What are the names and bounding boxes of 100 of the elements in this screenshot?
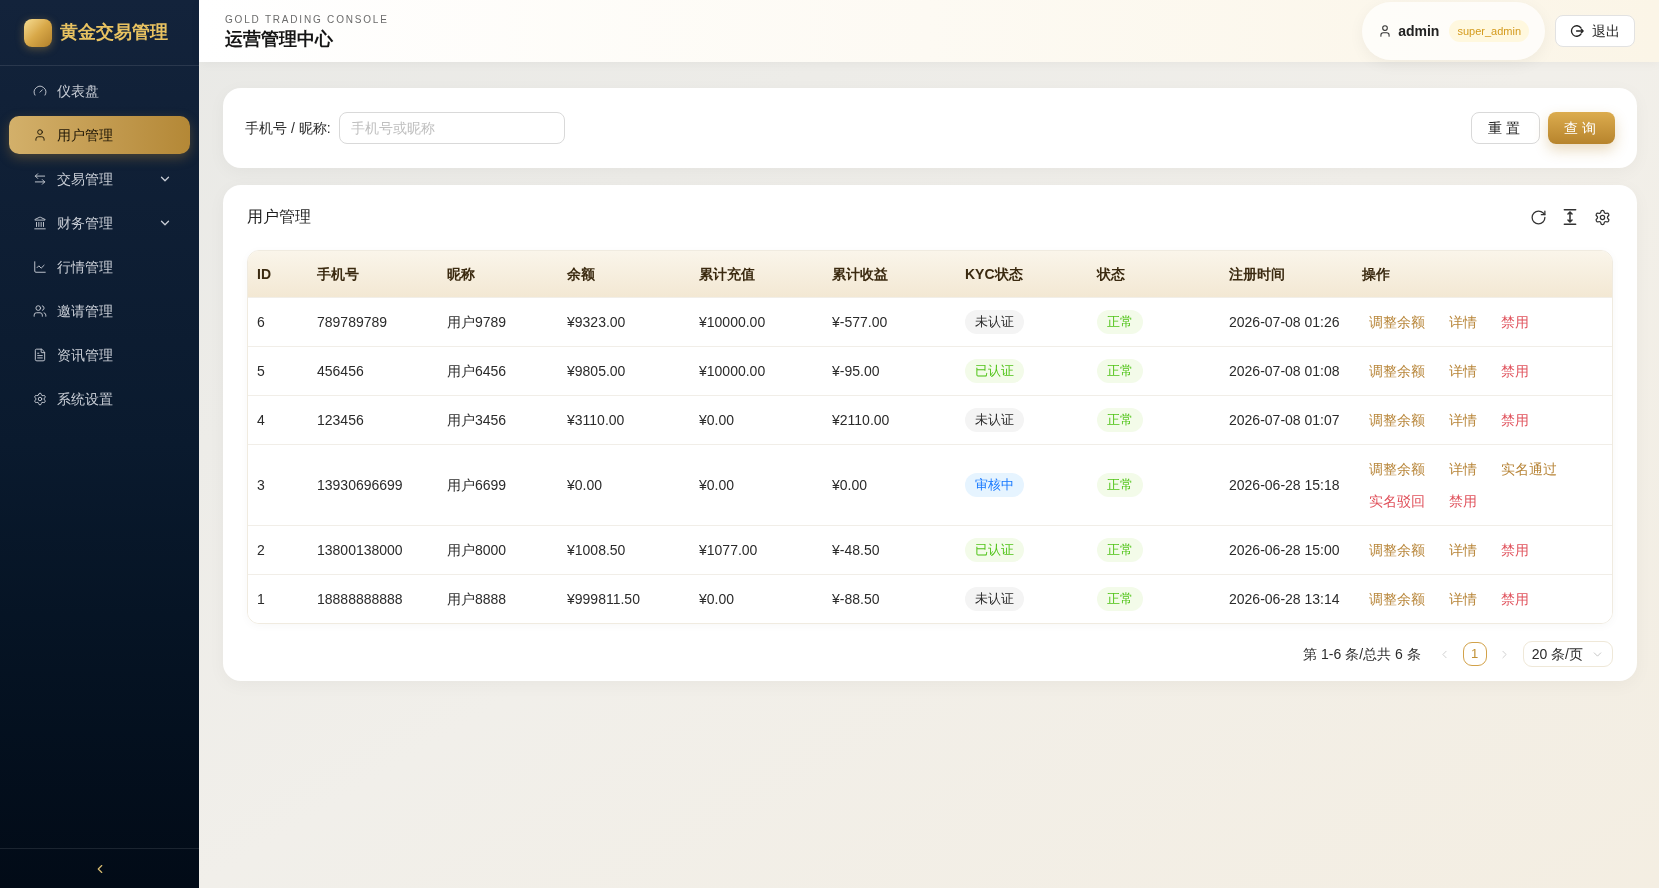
user-icon: [33, 128, 47, 142]
column-header: 昵称: [446, 264, 476, 284]
sidebar-item[interactable]: 行情管理: [9, 248, 190, 286]
action-link[interactable]: 调整余额: [1369, 457, 1425, 481]
table-cell-text: 13930696699: [316, 475, 404, 495]
action-link[interactable]: 调整余额: [1369, 310, 1425, 334]
page-title: 运营管理中心: [225, 29, 334, 48]
status-tag: 正常: [1097, 359, 1143, 383]
table-cell-text: ¥-88.50: [831, 589, 881, 609]
line-chart-icon: [33, 260, 47, 274]
kyc-tag: 已认证: [965, 538, 1024, 562]
status-tag: 正常: [1097, 408, 1143, 432]
settings-button[interactable]: [1593, 208, 1611, 226]
table-cell-text: 789789789: [316, 312, 389, 332]
status-tag: 正常: [1097, 587, 1143, 611]
column-header: 状态: [1095, 264, 1126, 284]
column-header: 累计充值: [698, 264, 756, 284]
table-cell-text: 13800138000: [316, 540, 404, 560]
logo-icon: [24, 18, 52, 47]
table-cell-text: 2026-06-28 15:18: [1228, 475, 1341, 495]
action-link[interactable]: 详情: [1449, 587, 1477, 611]
action-link[interactable]: 调整余额: [1369, 359, 1425, 383]
action-link[interactable]: 禁用: [1449, 489, 1477, 513]
search-field[interactable]: 手机号或昵称: [338, 112, 565, 144]
refresh-button[interactable]: [1529, 208, 1547, 226]
table-cell-text: 2026-07-08 01:08: [1228, 361, 1341, 381]
sidebar-item[interactable]: 仪表盘: [9, 72, 190, 110]
column-header: ID: [256, 264, 272, 284]
kyc-tag: 未认证: [965, 587, 1024, 611]
column-header: 余额: [566, 264, 596, 284]
document-icon: [33, 348, 47, 362]
sidebar-item[interactable]: 交易管理: [9, 160, 190, 198]
table-cell-text: ¥10000.00: [698, 312, 767, 332]
sidebar-item[interactable]: 用户管理: [9, 116, 190, 154]
table-cell-text: ¥-95.00: [831, 361, 881, 381]
table-cell-text: 用户8000: [446, 540, 508, 560]
table-cell-text: 2026-07-08 01:26: [1228, 312, 1341, 332]
logout-button[interactable]: 退出: [1555, 15, 1635, 47]
app-title: 黄金交易管理: [60, 21, 168, 44]
table-cell-text: ¥0.00: [698, 589, 736, 609]
table-cell-text: 2026-07-08 01:07: [1228, 410, 1341, 430]
status-tag: 正常: [1097, 310, 1143, 334]
user-name: admin: [1398, 21, 1440, 41]
kyc-tag: 审核中: [965, 473, 1024, 497]
action-link[interactable]: 禁用: [1501, 538, 1529, 562]
table-cell-text: ¥0.00: [831, 475, 869, 495]
action-link[interactable]: 禁用: [1501, 310, 1529, 334]
status-tag: 正常: [1097, 538, 1143, 562]
action-link[interactable]: 调整余额: [1369, 587, 1425, 611]
logout-icon: [1570, 24, 1584, 38]
action-link[interactable]: 禁用: [1501, 408, 1529, 432]
action-link[interactable]: 详情: [1449, 408, 1477, 432]
column-header: 注册时间: [1228, 264, 1286, 284]
table-cell-text: 6: [256, 312, 266, 332]
page-size-select[interactable]: 20 条/页: [1522, 641, 1613, 667]
action-link[interactable]: 实名驳回: [1369, 489, 1425, 513]
table-cell-text: 2: [256, 540, 266, 560]
action-link[interactable]: 禁用: [1501, 359, 1529, 383]
table-cell-text: 用户3456: [446, 410, 508, 430]
bank-icon: [33, 216, 47, 230]
sidebar-item[interactable]: 系统设置: [9, 380, 190, 418]
sidebar-item[interactable]: 资讯管理: [9, 336, 190, 374]
action-link[interactable]: 详情: [1449, 310, 1477, 334]
sidebar-item[interactable]: 邀请管理: [9, 292, 190, 330]
table-title: 用户管理: [247, 207, 311, 227]
table-cell-text: ¥9805.00: [566, 361, 627, 381]
action-link[interactable]: 实名通过: [1501, 457, 1557, 481]
action-link[interactable]: 禁用: [1501, 587, 1529, 611]
gauge-icon: [33, 84, 47, 98]
kyc-tag: 未认证: [965, 408, 1024, 432]
status-tag: 正常: [1097, 473, 1143, 497]
arrows-icon: [33, 172, 47, 186]
query-button[interactable]: 查询: [1548, 112, 1615, 144]
table-cell-text: ¥1008.50: [566, 540, 627, 560]
table-cell-text: ¥0.00: [698, 410, 736, 430]
page-button[interactable]: 1: [1462, 642, 1487, 666]
action-link[interactable]: 调整余额: [1369, 408, 1425, 432]
refresh-icon: [1529, 208, 1547, 226]
table-cell-text: 5: [256, 361, 266, 381]
table-cell-text: 456456: [316, 361, 365, 381]
action-link[interactable]: 调整余额: [1369, 538, 1425, 562]
action-link[interactable]: 详情: [1449, 359, 1477, 383]
table-cell-text: 用户8888: [446, 589, 508, 609]
table-cell-text: 123456: [316, 410, 365, 430]
reset-button[interactable]: 重置: [1471, 112, 1540, 144]
users-icon: [33, 304, 47, 318]
action-link[interactable]: 详情: [1449, 538, 1477, 562]
table-cell-text: 18888888888: [316, 589, 404, 609]
density-button[interactable]: [1561, 208, 1579, 226]
table-cell-text: ¥1077.00: [698, 540, 759, 560]
action-link[interactable]: 详情: [1449, 457, 1477, 481]
column-header: KYC状态: [964, 264, 1024, 284]
kyc-tag: 未认证: [965, 310, 1024, 334]
table-cell-text: ¥0.00: [566, 475, 604, 495]
table-cell-text: 1: [256, 589, 266, 609]
sidebar-item[interactable]: 财务管理: [9, 204, 190, 242]
table-cell-text: ¥0.00: [698, 475, 736, 495]
table-cell-text: ¥-577.00: [831, 312, 889, 332]
user-icon: [1378, 24, 1393, 38]
console-subtitle: GOLD TRADING CONSOLE: [225, 14, 389, 25]
